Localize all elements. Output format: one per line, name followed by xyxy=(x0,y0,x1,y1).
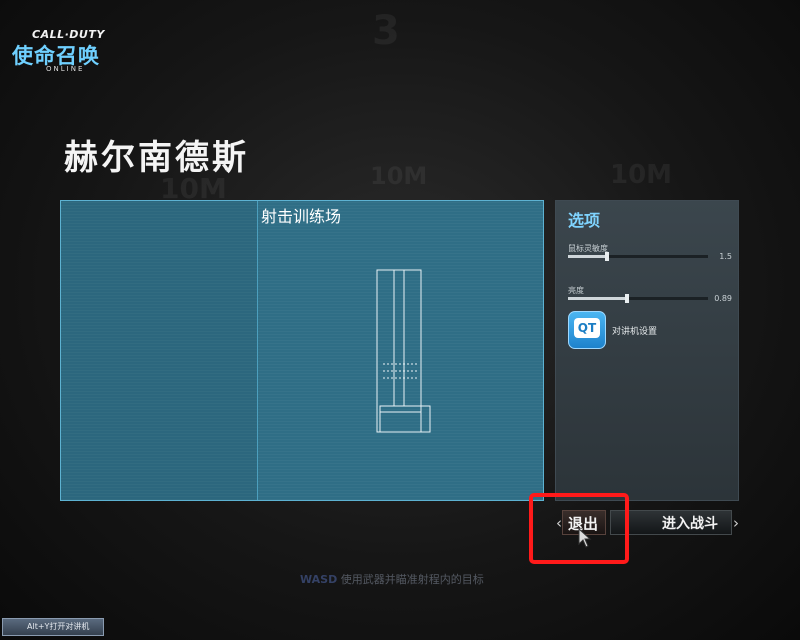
options-panel: 选项 鼠标灵敏度 1.5 亮度 0.89 QT 对讲机设置 xyxy=(555,200,739,501)
hint-text: WASD 使用武器并瞄准射程内的目标 xyxy=(300,571,484,587)
hint-key: WASD xyxy=(300,573,338,586)
slider-thumb[interactable] xyxy=(605,252,610,261)
slider-fill xyxy=(568,297,627,300)
enter-battle-button[interactable]: 进入战斗 › xyxy=(610,510,740,535)
background-mark: 10M xyxy=(370,162,428,190)
slider-fill xyxy=(568,255,608,258)
chevron-right-icon: › xyxy=(733,514,739,532)
brightness-slider[interactable] xyxy=(568,294,708,303)
map-preview: 射击训练场 xyxy=(60,200,544,501)
qt-icon-text: QT xyxy=(574,318,600,338)
mouse-cursor-icon xyxy=(578,528,592,548)
voice-shortcut-tag: Alt+Y打开对讲机 xyxy=(2,618,104,636)
brightness-value: 0.89 xyxy=(714,294,732,303)
background-mark: 3 xyxy=(372,8,400,54)
mouse-sensitivity-value: 1.5 xyxy=(719,252,732,261)
slider-thumb[interactable] xyxy=(624,294,629,303)
logo-sub-text: ONLINE xyxy=(46,65,85,73)
game-logo: CALL·DUTY 使命召唤 ONLINE xyxy=(10,28,110,76)
brightness-label: 亮度 xyxy=(568,286,584,295)
voice-settings-label[interactable]: 对讲机设置 xyxy=(612,324,657,337)
enter-button-label: 进入战斗 xyxy=(662,516,718,532)
background-mark: 10M xyxy=(610,160,673,190)
map-layout-diagram xyxy=(376,269,431,433)
mouse-sensitivity-label: 鼠标灵敏度 xyxy=(568,244,608,253)
options-title: 选项 xyxy=(568,211,601,230)
voice-chat-icon[interactable]: QT xyxy=(568,311,606,349)
mouse-sensitivity-slider[interactable] xyxy=(568,252,708,261)
hint-message: 使用武器并瞄准射程内的目标 xyxy=(340,573,484,586)
page-title: 赫尔南德斯 xyxy=(64,138,249,178)
